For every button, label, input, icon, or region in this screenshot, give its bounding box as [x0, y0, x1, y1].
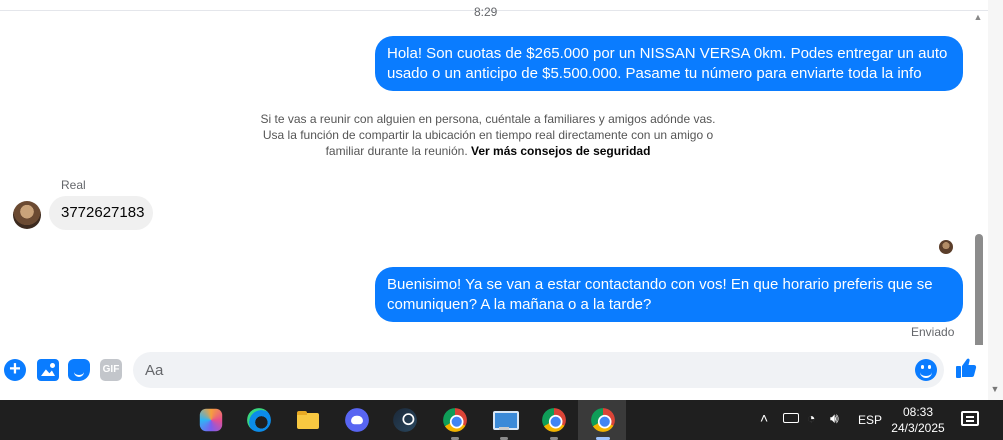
scroll-down-icon[interactable]: ▼ [990, 384, 1000, 394]
plus-icon[interactable]: + [4, 359, 26, 381]
copilot-icon[interactable] [199, 408, 223, 432]
avatar[interactable] [13, 201, 41, 229]
notifications-icon[interactable] [961, 411, 979, 426]
steam-icon[interactable] [393, 408, 417, 432]
sticker-icon[interactable] [68, 359, 90, 381]
battery-icon[interactable] [783, 413, 799, 423]
edge-icon[interactable] [247, 408, 271, 432]
file-explorer-icon[interactable] [294, 406, 322, 434]
chrome-icon[interactable] [591, 408, 615, 432]
gif-icon[interactable]: GIF [100, 359, 122, 381]
show-hidden-icons-icon[interactable]: ˄ [760, 410, 768, 440]
message-input-box[interactable] [133, 352, 944, 388]
clock-time: 08:33 [902, 405, 934, 419]
image-icon[interactable] [37, 359, 59, 381]
like-icon[interactable] [954, 356, 978, 380]
discord-icon[interactable] [345, 408, 369, 432]
volume-icon[interactable]: 🔊︎ [830, 410, 839, 440]
message-composer: + GIF [0, 345, 988, 400]
chrome-icon[interactable] [542, 408, 566, 432]
safety-notice: Si te vas a reunir con alguien en person… [258, 111, 718, 159]
outgoing-message[interactable]: Buenisimo! Ya se van a estar contactando… [375, 267, 963, 322]
message-timestamp: 8:29 [474, 5, 498, 19]
remote-desktop-icon[interactable] [490, 406, 519, 434]
language-indicator[interactable]: ESP [858, 413, 882, 440]
safety-tips-link[interactable]: Ver más consejos de seguridad [471, 144, 650, 158]
outgoing-message[interactable]: Hola! Son cuotas de $265.000 por un NISS… [375, 36, 963, 91]
message-input[interactable] [133, 352, 853, 388]
scrollbar-track[interactable] [988, 0, 1003, 400]
wifi-icon[interactable]: ◔ [807, 410, 815, 440]
sender-name: Real [61, 178, 86, 192]
emoji-icon[interactable] [915, 359, 937, 381]
chat-panel: 8:29 Hola! Son cuotas de $265.000 por un… [0, 0, 988, 345]
chrome-icon[interactable] [443, 408, 467, 432]
incoming-message[interactable]: 3772627183 [49, 196, 153, 230]
clock-date: 24/3/2025 [891, 421, 945, 435]
scroll-up-icon[interactable]: ▲ [973, 12, 983, 22]
message-status: Enviado [911, 325, 955, 339]
seen-avatar [939, 240, 953, 254]
taskbar: ˄ ◔ 🔊︎ ESP 08:33 24/3/2025 [0, 400, 1003, 440]
system-clock[interactable]: 08:33 24/3/2025 [884, 404, 952, 436]
